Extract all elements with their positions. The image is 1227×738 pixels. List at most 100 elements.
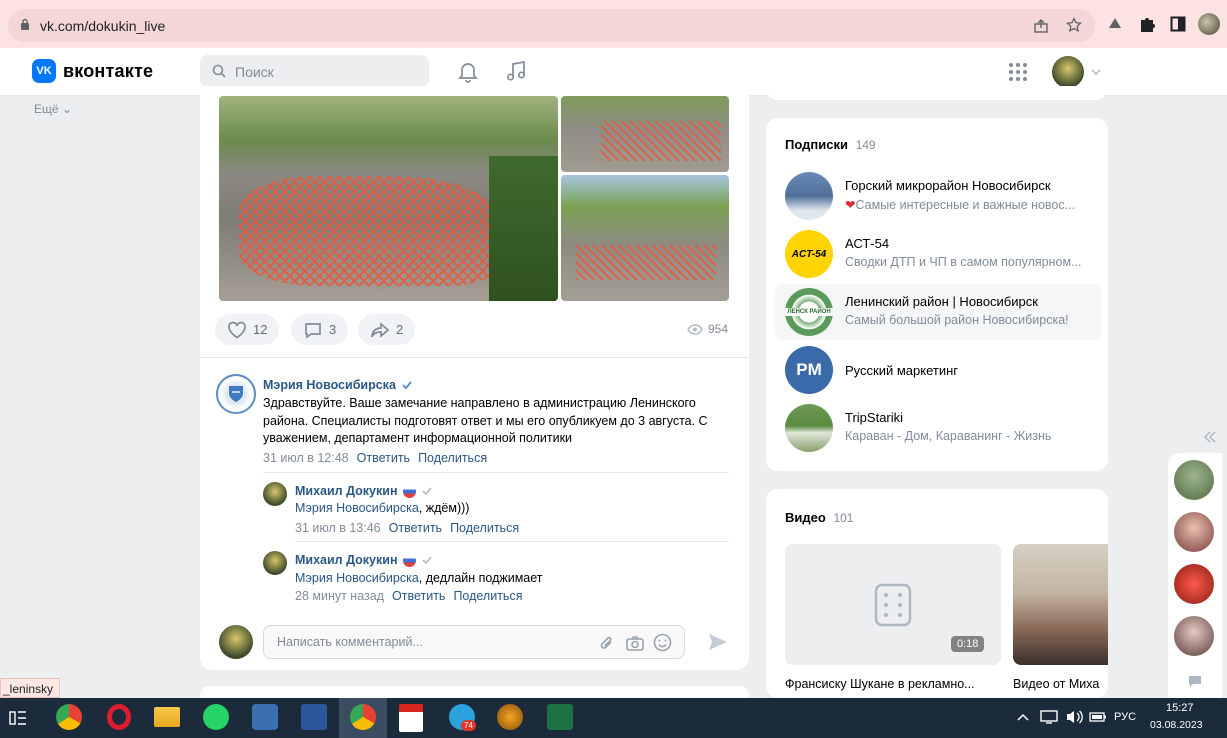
taskview-icon[interactable] xyxy=(9,709,27,727)
reply-time[interactable]: 31 июл в 13:46 xyxy=(295,521,381,535)
share-arrow-icon xyxy=(371,321,390,338)
comment-time[interactable]: 31 июл в 12:48 xyxy=(263,451,349,465)
camera-icon[interactable] xyxy=(625,634,645,652)
subscription-avatar: ЛЕНСК РАЙОН xyxy=(785,288,833,336)
subscription-name: TripStariki xyxy=(845,410,904,425)
clock-date[interactable]: 03.08.2023 xyxy=(1150,719,1203,731)
user-avatar[interactable] xyxy=(1052,56,1084,88)
reply-link[interactable]: Ответить xyxy=(389,521,442,535)
video-thumb[interactable]: 0:18 xyxy=(785,544,1001,665)
comment-avatar-meria[interactable] xyxy=(216,374,256,414)
subscription-name: Ленинский район | Новосибирск xyxy=(845,294,1038,309)
attach-icon[interactable] xyxy=(599,634,615,652)
subscription-item[interactable]: TripStariki Караван - Дом, Караванинг - … xyxy=(774,400,1102,456)
verified-icon xyxy=(402,381,412,390)
comment-author[interactable]: Мэрия Новосибирска xyxy=(263,378,413,392)
whatsapp-icon[interactable] xyxy=(203,704,229,730)
chevron-down-icon[interactable] xyxy=(1091,68,1101,76)
app-icon[interactable] xyxy=(252,704,278,730)
windows-taskbar: 74 РУС 15:27 03.08.2023 xyxy=(0,698,1227,738)
subscription-item[interactable]: Горский микрорайон Новосибирск ❤Самые ин… xyxy=(774,168,1102,224)
network-icon[interactable] xyxy=(1040,710,1058,724)
verified-icon xyxy=(421,487,432,496)
clock-time[interactable]: 15:27 xyxy=(1166,702,1194,714)
extension-icon[interactable] xyxy=(1106,14,1124,34)
post-photo-main[interactable] xyxy=(219,96,558,301)
videos-count: 101 xyxy=(833,511,854,525)
post-photo-top-right[interactable] xyxy=(561,96,729,172)
reply-author-name[interactable]: Михаил Докукин xyxy=(295,553,398,567)
sidepanel-icon[interactable] xyxy=(1170,14,1186,34)
tray-chevron-icon[interactable] xyxy=(1017,712,1029,722)
video-thumb[interactable] xyxy=(1013,544,1108,665)
excel-icon[interactable] xyxy=(547,704,573,730)
videos-title-text: Видео xyxy=(785,510,826,525)
subscription-item[interactable]: ACT-54 АСТ-54 Сводки ДТП и ЧП в самом по… xyxy=(774,226,1102,282)
share-link[interactable]: Поделиться xyxy=(453,589,522,603)
views-counter: 954 xyxy=(687,322,728,336)
music-icon[interactable] xyxy=(505,60,527,82)
chat-avatar[interactable] xyxy=(1174,460,1214,500)
post-photo-bottom-right[interactable] xyxy=(561,175,729,301)
comment-author-name[interactable]: Мэрия Новосибирска xyxy=(263,378,396,392)
videos-title[interactable]: Видео 101 xyxy=(785,510,853,525)
collapse-arrows-icon[interactable] xyxy=(1203,431,1217,443)
chat-avatar[interactable] xyxy=(1174,564,1214,604)
video-duration: 0:18 xyxy=(951,636,985,652)
send-icon[interactable] xyxy=(707,632,729,652)
comment-meta: 31 июл в 12:48 Ответить Поделиться xyxy=(263,451,487,465)
reply-avatar[interactable] xyxy=(263,551,287,575)
address-bar[interactable]: vk.com/dokukin_live xyxy=(8,9,1095,42)
search-icon xyxy=(212,64,226,78)
mention-link[interactable]: Мэрия Новосибирска xyxy=(295,501,419,515)
reply-link[interactable]: Ответить xyxy=(392,589,445,603)
share-count: 2 xyxy=(396,322,404,337)
pdf-icon[interactable] xyxy=(399,704,423,732)
chat-avatar[interactable] xyxy=(1174,512,1214,552)
comment-text: Здравствуйте. Ваше замечание направлено … xyxy=(263,396,708,445)
reply-author[interactable]: Михаил Докукин xyxy=(295,484,433,498)
bookmark-star-icon[interactable] xyxy=(1066,17,1082,33)
battery-icon[interactable] xyxy=(1089,711,1107,723)
profile-avatar-icon[interactable] xyxy=(1198,13,1220,35)
chat-bubble-icon[interactable] xyxy=(1187,674,1203,688)
subscription-avatar: PM xyxy=(785,346,833,394)
share-link[interactable]: Поделиться xyxy=(450,521,519,535)
reply-time[interactable]: 28 минут назад xyxy=(295,589,384,603)
word-icon[interactable] xyxy=(301,704,327,730)
volume-icon[interactable] xyxy=(1065,709,1083,725)
share-link[interactable]: Поделиться xyxy=(418,451,487,465)
vk-logo[interactable]: VK вконтакте xyxy=(32,59,153,83)
profile-card-bottom xyxy=(766,86,1108,100)
left-menu-more[interactable]: Ещё ⌄ xyxy=(34,102,72,116)
divider xyxy=(200,357,749,358)
reply-link[interactable]: Ответить xyxy=(357,451,410,465)
like-button[interactable]: 12 xyxy=(215,314,280,345)
video-title[interactable]: Видео от Миха xyxy=(1013,677,1099,691)
puzzle-icon[interactable] xyxy=(1138,14,1156,34)
opera-icon[interactable] xyxy=(107,704,131,730)
mention-link[interactable]: Мэрия Новосибирска xyxy=(295,571,419,585)
subscription-item[interactable]: PM Русский маркетинг xyxy=(774,342,1102,398)
search-input[interactable]: Поиск xyxy=(200,55,429,87)
language-indicator[interactable]: РУС xyxy=(1114,711,1136,723)
video-title[interactable]: Франсиску Шукане в рекламно... xyxy=(785,677,975,691)
subscriptions-title[interactable]: Подписки 149 xyxy=(785,137,876,152)
reply-author[interactable]: Михаил Докукин xyxy=(295,553,433,567)
share-button[interactable]: 2 xyxy=(358,314,416,345)
reply-avatar[interactable] xyxy=(263,482,287,506)
my-avatar[interactable] xyxy=(219,625,253,659)
chat-avatar[interactable] xyxy=(1174,616,1214,656)
game-icon[interactable] xyxy=(497,704,523,730)
comment-input[interactable]: Написать комментарий... xyxy=(263,625,685,659)
apps-grid-icon[interactable] xyxy=(1008,62,1028,82)
emoji-icon[interactable] xyxy=(653,633,672,652)
comment-button[interactable]: 3 xyxy=(291,314,349,345)
reply-author-name[interactable]: Михаил Докукин xyxy=(295,484,398,498)
chrome-active-icon[interactable] xyxy=(350,704,376,730)
bell-icon[interactable] xyxy=(458,61,478,83)
subscription-item[interactable]: ЛЕНСК РАЙОН Ленинский район | Новосибирс… xyxy=(774,284,1102,340)
folder-icon[interactable] xyxy=(154,707,180,727)
share-icon[interactable] xyxy=(1033,18,1049,34)
chrome-icon[interactable] xyxy=(56,704,82,730)
